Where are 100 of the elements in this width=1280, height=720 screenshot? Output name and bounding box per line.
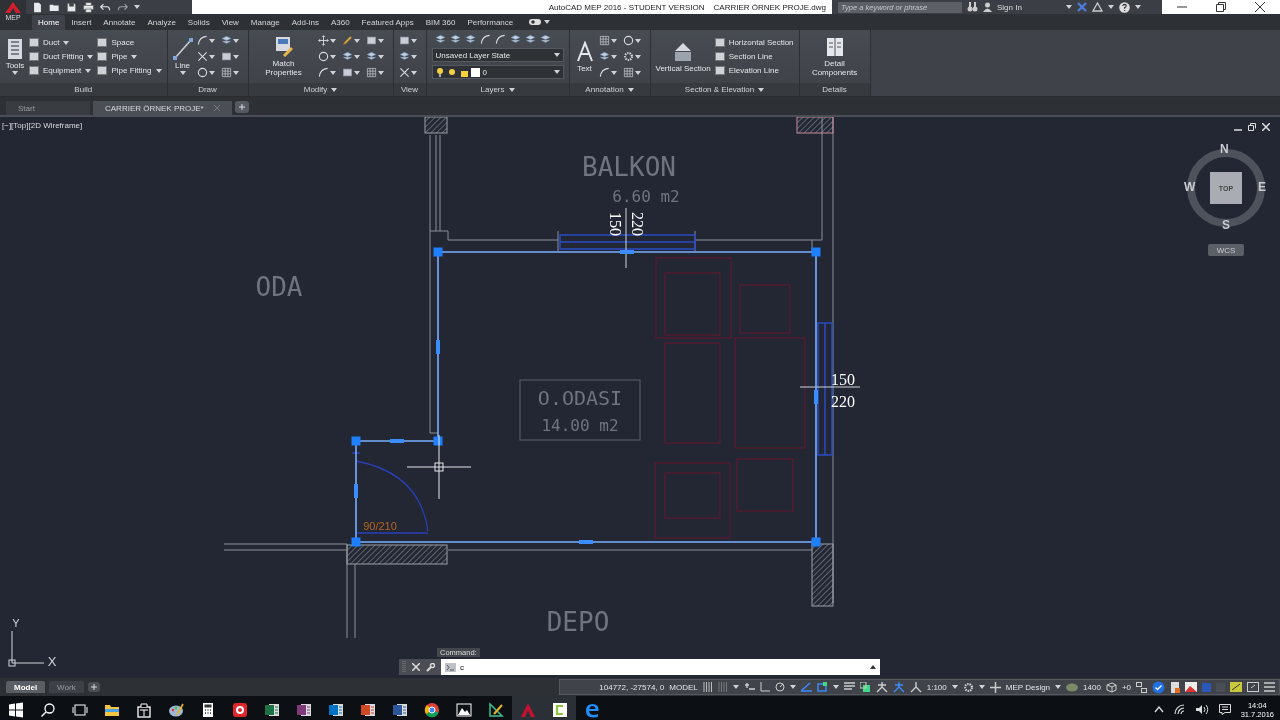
caret-icon[interactable] bbox=[508, 87, 515, 92]
gear-icon[interactable] bbox=[622, 51, 634, 62]
caret-icon[interactable] bbox=[63, 40, 70, 45]
stack-icon[interactable] bbox=[539, 34, 551, 45]
caret-icon[interactable] bbox=[634, 38, 641, 43]
ribbon-button[interactable]: Pipe Fitting bbox=[97, 66, 162, 75]
ribbon-button[interactable]: Equipment bbox=[29, 66, 94, 75]
ribbon-button[interactable]: Space bbox=[97, 38, 162, 47]
undo-icon[interactable] bbox=[100, 1, 111, 13]
caret-icon[interactable] bbox=[232, 54, 239, 59]
ribbon-tab[interactable]: Annotate bbox=[97, 14, 142, 30]
caret-icon[interactable] bbox=[87, 54, 94, 59]
binoculars-icon[interactable] bbox=[967, 2, 978, 12]
layer-dropdown[interactable]: Unsaved Layer State bbox=[431, 48, 564, 62]
caret-icon[interactable] bbox=[12, 71, 18, 75]
snap-icon[interactable] bbox=[743, 682, 755, 692]
menu-icon[interactable] bbox=[1264, 682, 1275, 692]
panel-title[interactable]: Modify bbox=[248, 83, 393, 96]
ribbon-button[interactable]: Tools bbox=[5, 38, 25, 75]
panel-title[interactable]: Layers bbox=[426, 83, 569, 96]
browser-icon[interactable] bbox=[424, 701, 440, 718]
help-icon[interactable] bbox=[1119, 1, 1130, 13]
circle-icon[interactable] bbox=[622, 35, 634, 46]
stack-icon[interactable] bbox=[398, 51, 410, 62]
caret-icon[interactable] bbox=[329, 54, 336, 59]
ribbon-tab[interactable]: Manage bbox=[244, 14, 286, 30]
caret-icon[interactable] bbox=[155, 68, 162, 73]
mail-icon[interactable] bbox=[328, 701, 344, 718]
ribbon-button[interactable]: Match Properties bbox=[253, 36, 314, 77]
gear-icon[interactable] bbox=[962, 681, 974, 693]
caret-icon[interactable] bbox=[377, 38, 384, 43]
caret-icon[interactable] bbox=[610, 38, 617, 43]
ribbon-tab[interactable]: Solids bbox=[181, 14, 216, 30]
ribbon-tab[interactable]: Add-ins bbox=[285, 14, 325, 30]
search-icon[interactable] bbox=[40, 701, 56, 718]
model-space-button[interactable]: MODEL bbox=[669, 682, 698, 692]
layout-tab[interactable]: Model bbox=[6, 681, 46, 693]
caret-icon[interactable] bbox=[832, 685, 839, 689]
triangle-network-icon[interactable] bbox=[1092, 2, 1103, 12]
caret-icon[interactable] bbox=[544, 20, 551, 24]
ribbon-button[interactable]: Line bbox=[172, 38, 193, 75]
caret-icon[interactable] bbox=[131, 54, 138, 59]
stack-icon[interactable] bbox=[509, 34, 521, 45]
person-figure-icon[interactable] bbox=[892, 681, 905, 693]
caret-icon[interactable] bbox=[377, 70, 384, 75]
caret-icon[interactable] bbox=[410, 70, 417, 75]
square-icon[interactable] bbox=[220, 51, 232, 62]
caret-icon[interactable] bbox=[978, 685, 985, 689]
caret-icon[interactable] bbox=[353, 70, 360, 75]
record-icon[interactable] bbox=[232, 701, 248, 718]
plus-icon[interactable] bbox=[234, 101, 249, 113]
caret-icon[interactable] bbox=[232, 70, 239, 75]
ribbon-tab[interactable]: Performance bbox=[461, 14, 520, 30]
browser-icon[interactable] bbox=[584, 701, 600, 718]
person-figure-icon[interactable] bbox=[875, 681, 888, 693]
ribbon-tab[interactable]: Home bbox=[32, 14, 66, 30]
caret-icon[interactable] bbox=[951, 685, 958, 689]
caret-icon[interactable] bbox=[789, 685, 796, 689]
person-figure-icon[interactable] bbox=[909, 681, 922, 693]
panel-title[interactable]: Build bbox=[0, 83, 167, 96]
calculator-icon[interactable] bbox=[200, 701, 216, 718]
stack-icon[interactable] bbox=[341, 51, 353, 62]
caret-icon[interactable] bbox=[208, 70, 215, 75]
caret-icon[interactable] bbox=[758, 87, 765, 92]
caret-icon[interactable] bbox=[329, 70, 336, 75]
ribbon-button[interactable]: Section Line bbox=[714, 52, 794, 61]
layers-icon[interactable] bbox=[859, 682, 871, 692]
panel-title[interactable]: Details bbox=[799, 83, 870, 96]
ortho-icon[interactable] bbox=[759, 682, 770, 692]
square-icon[interactable] bbox=[398, 35, 410, 46]
notebook-icon[interactable] bbox=[296, 701, 312, 718]
user-icon[interactable] bbox=[983, 2, 992, 12]
shopping-bag-icon[interactable] bbox=[136, 701, 152, 718]
circle-icon[interactable] bbox=[317, 51, 329, 62]
angle-icon[interactable] bbox=[800, 682, 812, 692]
ribbon-button[interactable]: Duct bbox=[29, 38, 94, 47]
wifi-icon[interactable] bbox=[1173, 704, 1186, 715]
caret-icon[interactable] bbox=[208, 54, 215, 59]
command-line-field[interactable]: c bbox=[441, 659, 880, 675]
caret-icon[interactable] bbox=[1066, 5, 1072, 9]
arc-icon[interactable] bbox=[494, 34, 506, 45]
ribbon-button[interactable]: Elevation Line bbox=[714, 66, 794, 75]
caret-icon[interactable] bbox=[1108, 5, 1114, 9]
plus-icon[interactable] bbox=[989, 681, 1001, 693]
stack-icon[interactable] bbox=[434, 34, 446, 45]
chevron-up-icon[interactable] bbox=[1153, 706, 1164, 713]
panel-title[interactable]: Annotation bbox=[569, 83, 650, 96]
arc-icon[interactable] bbox=[196, 35, 208, 46]
ribbon-tab[interactable]: Featured Apps bbox=[355, 14, 420, 30]
layer-dropdown[interactable]: 0 bbox=[431, 65, 564, 79]
toggle-icon[interactable] bbox=[529, 19, 542, 25]
caret-icon[interactable] bbox=[610, 70, 617, 75]
caret-icon[interactable] bbox=[134, 5, 140, 9]
pencil-icon[interactable] bbox=[341, 35, 353, 46]
polar-icon[interactable] bbox=[774, 682, 785, 692]
palette-icon[interactable] bbox=[168, 701, 184, 718]
close-icon[interactable] bbox=[1255, 2, 1266, 12]
windows-logo-icon[interactable] bbox=[8, 701, 24, 718]
caret-icon[interactable] bbox=[1135, 5, 1141, 9]
caret-icon[interactable] bbox=[353, 54, 360, 59]
